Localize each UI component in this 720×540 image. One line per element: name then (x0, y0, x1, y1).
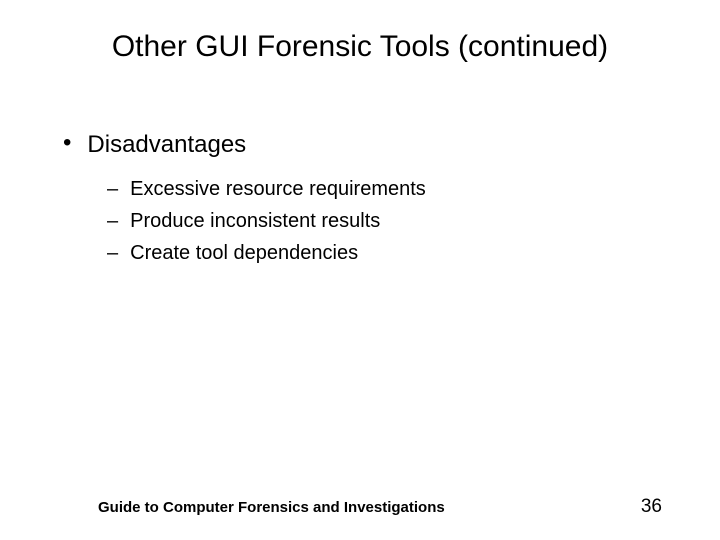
bullet-text: Produce inconsistent results (130, 208, 380, 234)
bullet-text: Disadvantages (87, 129, 246, 160)
dash-marker: – (107, 208, 118, 234)
bullet-marker: • (63, 129, 71, 158)
dash-marker: – (107, 240, 118, 266)
slide-container: Other GUI Forensic Tools (continued) • D… (0, 0, 720, 540)
slide-footer: Guide to Computer Forensics and Investig… (0, 496, 720, 518)
dash-marker: – (107, 176, 118, 202)
bullet-item-level2: – Produce inconsistent results (107, 208, 665, 234)
page-number: 36 (641, 496, 662, 518)
footer-text: Guide to Computer Forensics and Investig… (98, 499, 445, 516)
slide-content: • Disadvantages – Excessive resource req… (55, 129, 665, 266)
slide-title: Other GUI Forensic Tools (continued) (55, 30, 665, 64)
bullet-item-level1: • Disadvantages (63, 129, 665, 160)
bullet-text: Excessive resource requirements (130, 176, 426, 202)
bullet-item-level2: – Create tool dependencies (107, 240, 665, 266)
sublist: – Excessive resource requirements – Prod… (63, 176, 665, 266)
bullet-item-level2: – Excessive resource requirements (107, 176, 665, 202)
bullet-text: Create tool dependencies (130, 240, 358, 266)
